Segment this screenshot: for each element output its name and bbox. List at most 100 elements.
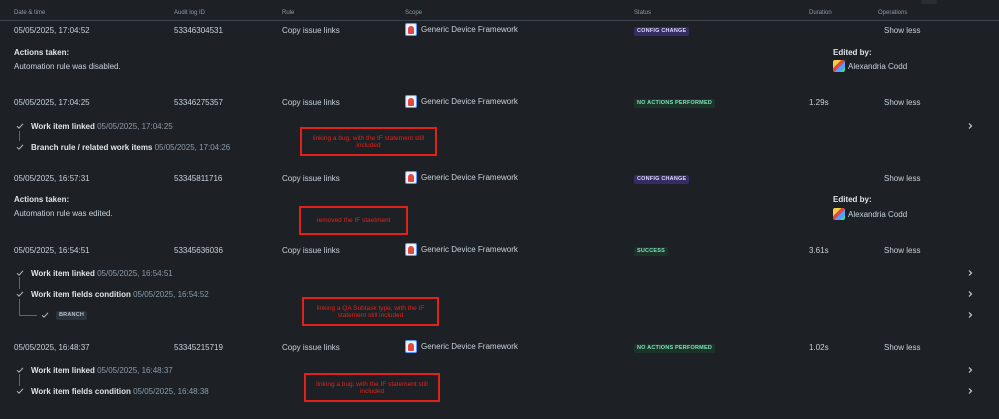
step-label: Work item fields condition — [31, 387, 131, 396]
col-date[interactable]: Date & time — [14, 10, 45, 16]
branch-badge[interactable]: BRANCH — [56, 311, 88, 320]
step-label: Branch rule / related work items — [31, 143, 153, 152]
status-badge: NO ACTIONS PERFORMED — [634, 344, 715, 353]
show-less-button[interactable]: Show less — [884, 26, 920, 35]
step-label: Work item linked — [31, 366, 95, 375]
row-date: 05/05/2025, 17:04:52 — [14, 26, 90, 35]
row-scope-label: Generic Device Framework — [421, 245, 518, 254]
show-less-button[interactable]: Show less — [884, 246, 920, 255]
col-status[interactable]: Status — [634, 10, 651, 16]
row-scope[interactable]: Generic Device Framework — [405, 171, 518, 184]
step-item[interactable]: Work item linked 05/05/2025, 16:48:37 — [31, 366, 173, 375]
col-audit-id[interactable]: Audit log ID — [174, 10, 205, 16]
chevron-right-icon[interactable] — [966, 269, 974, 277]
editor[interactable]: Alexandria Codd — [833, 208, 907, 220]
check-icon — [16, 122, 24, 130]
row-scope-label: Generic Device Framework — [421, 342, 518, 351]
actions-taken-text: Automation rule was edited. — [14, 209, 113, 218]
step-label: Work item linked — [31, 269, 95, 278]
row-scope[interactable]: Generic Device Framework — [405, 340, 518, 353]
row-duration: 1.29s — [809, 98, 829, 107]
user-avatar — [833, 208, 845, 220]
step-time: 05/05/2025, 17:04:26 — [154, 143, 231, 152]
row-duration: 1.02s — [809, 343, 829, 352]
row-date: 05/05/2025, 16:54:51 — [14, 246, 90, 255]
status-badge: SUCCESS — [634, 247, 668, 256]
row-audit-id: 53346304531 — [174, 26, 223, 35]
col-scope[interactable]: Scope — [405, 10, 422, 16]
step-label: Work item linked — [31, 122, 95, 131]
row-audit-id: 53345215719 — [174, 343, 223, 352]
row-rule-link[interactable]: Copy issue links — [282, 98, 340, 107]
table-header: Date & time Audit log ID Rule Scope Stat… — [0, 0, 999, 21]
row-rule-link[interactable]: Copy issue links — [282, 246, 340, 255]
show-less-button[interactable]: Show less — [884, 98, 920, 107]
row-date: 05/05/2025, 17:04:25 — [14, 98, 90, 107]
row-rule-link[interactable]: Copy issue links — [282, 174, 340, 183]
row-audit-id: 53345636036 — [174, 246, 223, 255]
row-date: 05/05/2025, 16:57:31 — [14, 174, 90, 183]
step-item[interactable]: Work item fields condition 05/05/2025, 1… — [31, 290, 209, 299]
chevron-right-icon[interactable] — [966, 311, 974, 319]
row-duration: 3.61s — [809, 246, 829, 255]
col-rule[interactable]: Rule — [282, 10, 294, 16]
check-icon — [16, 269, 24, 277]
row-scope-label: Generic Device Framework — [421, 97, 518, 106]
check-icon — [16, 143, 24, 151]
row-scope[interactable]: Generic Device Framework — [405, 23, 518, 36]
annotation-note: removed the IF staetment — [299, 206, 408, 235]
step-time: 05/05/2025, 17:04:25 — [97, 122, 173, 131]
project-avatar-icon — [405, 23, 417, 36]
edited-by-label: Edited by: — [833, 48, 872, 57]
row-scope[interactable]: Generic Device Framework — [405, 95, 518, 108]
row-scope[interactable]: Generic Device Framework — [405, 243, 518, 256]
project-avatar-icon — [405, 243, 417, 256]
step-time: 05/05/2025, 16:48:38 — [133, 387, 209, 396]
annotation-note: linking a bug, with the IF statement sti… — [300, 127, 437, 156]
chevron-right-icon[interactable] — [966, 122, 974, 130]
row-date: 05/05/2025, 16:48:37 — [14, 343, 90, 352]
check-icon — [41, 311, 49, 319]
editor-name: Alexandria Codd — [848, 209, 908, 219]
status-badge: CONFIG CHANGE — [634, 27, 690, 36]
step-item[interactable]: Work item fields condition 05/05/2025, 1… — [31, 387, 209, 396]
step-item[interactable]: Work item linked 05/05/2025, 17:04:25 — [31, 122, 173, 131]
col-operations: Operations — [878, 10, 908, 16]
status-badge: NO ACTIONS PERFORMED — [634, 99, 715, 108]
chevron-right-icon[interactable] — [966, 387, 974, 395]
step-item[interactable]: Work item linked 05/05/2025, 16:54:51 — [31, 269, 173, 278]
row-rule-link[interactable]: Copy issue links — [282, 26, 340, 35]
step-time: 05/05/2025, 16:54:51 — [97, 269, 173, 278]
annotation-note: linking a QA Subtask type, with the IF s… — [302, 297, 439, 326]
project-avatar-icon — [405, 340, 417, 353]
check-icon — [16, 290, 24, 298]
edited-by-label: Edited by: — [833, 195, 872, 204]
col-duration[interactable]: Duration — [809, 10, 832, 16]
check-icon — [16, 387, 24, 395]
show-less-button[interactable]: Show less — [884, 343, 920, 352]
chevron-right-icon[interactable] — [966, 366, 974, 374]
chevron-right-icon[interactable] — [966, 290, 974, 298]
show-less-button[interactable]: Show less — [884, 174, 920, 183]
row-audit-id: 53345811716 — [174, 174, 223, 183]
project-avatar-icon — [405, 95, 417, 108]
row-audit-id: 53346275357 — [174, 98, 223, 107]
row-rule-link[interactable]: Copy issue links — [282, 343, 340, 352]
step-item[interactable]: Branch rule / related work items 05/05/2… — [31, 143, 230, 152]
row-scope-label: Generic Device Framework — [421, 25, 518, 34]
editor-name: Alexandria Codd — [848, 61, 908, 71]
editor[interactable]: Alexandria Codd — [833, 60, 907, 72]
check-icon — [16, 366, 24, 374]
scrollbar[interactable] — [921, 0, 937, 4]
row-scope-label: Generic Device Framework — [421, 173, 518, 182]
step-time: 05/05/2025, 16:54:52 — [133, 290, 209, 299]
project-avatar-icon — [405, 171, 417, 184]
actions-taken-text: Automation rule was disabled. — [14, 62, 121, 71]
step-label: Work item fields condition — [31, 290, 131, 299]
actions-taken-label: Actions taken: — [14, 48, 70, 57]
step-time: 05/05/2025, 16:48:37 — [97, 366, 173, 375]
status-badge: CONFIG CHANGE — [634, 175, 690, 184]
actions-taken-label: Actions taken: — [14, 195, 70, 204]
user-avatar — [833, 60, 845, 72]
annotation-note: linking a bug, with the IF statement sti… — [304, 373, 440, 402]
